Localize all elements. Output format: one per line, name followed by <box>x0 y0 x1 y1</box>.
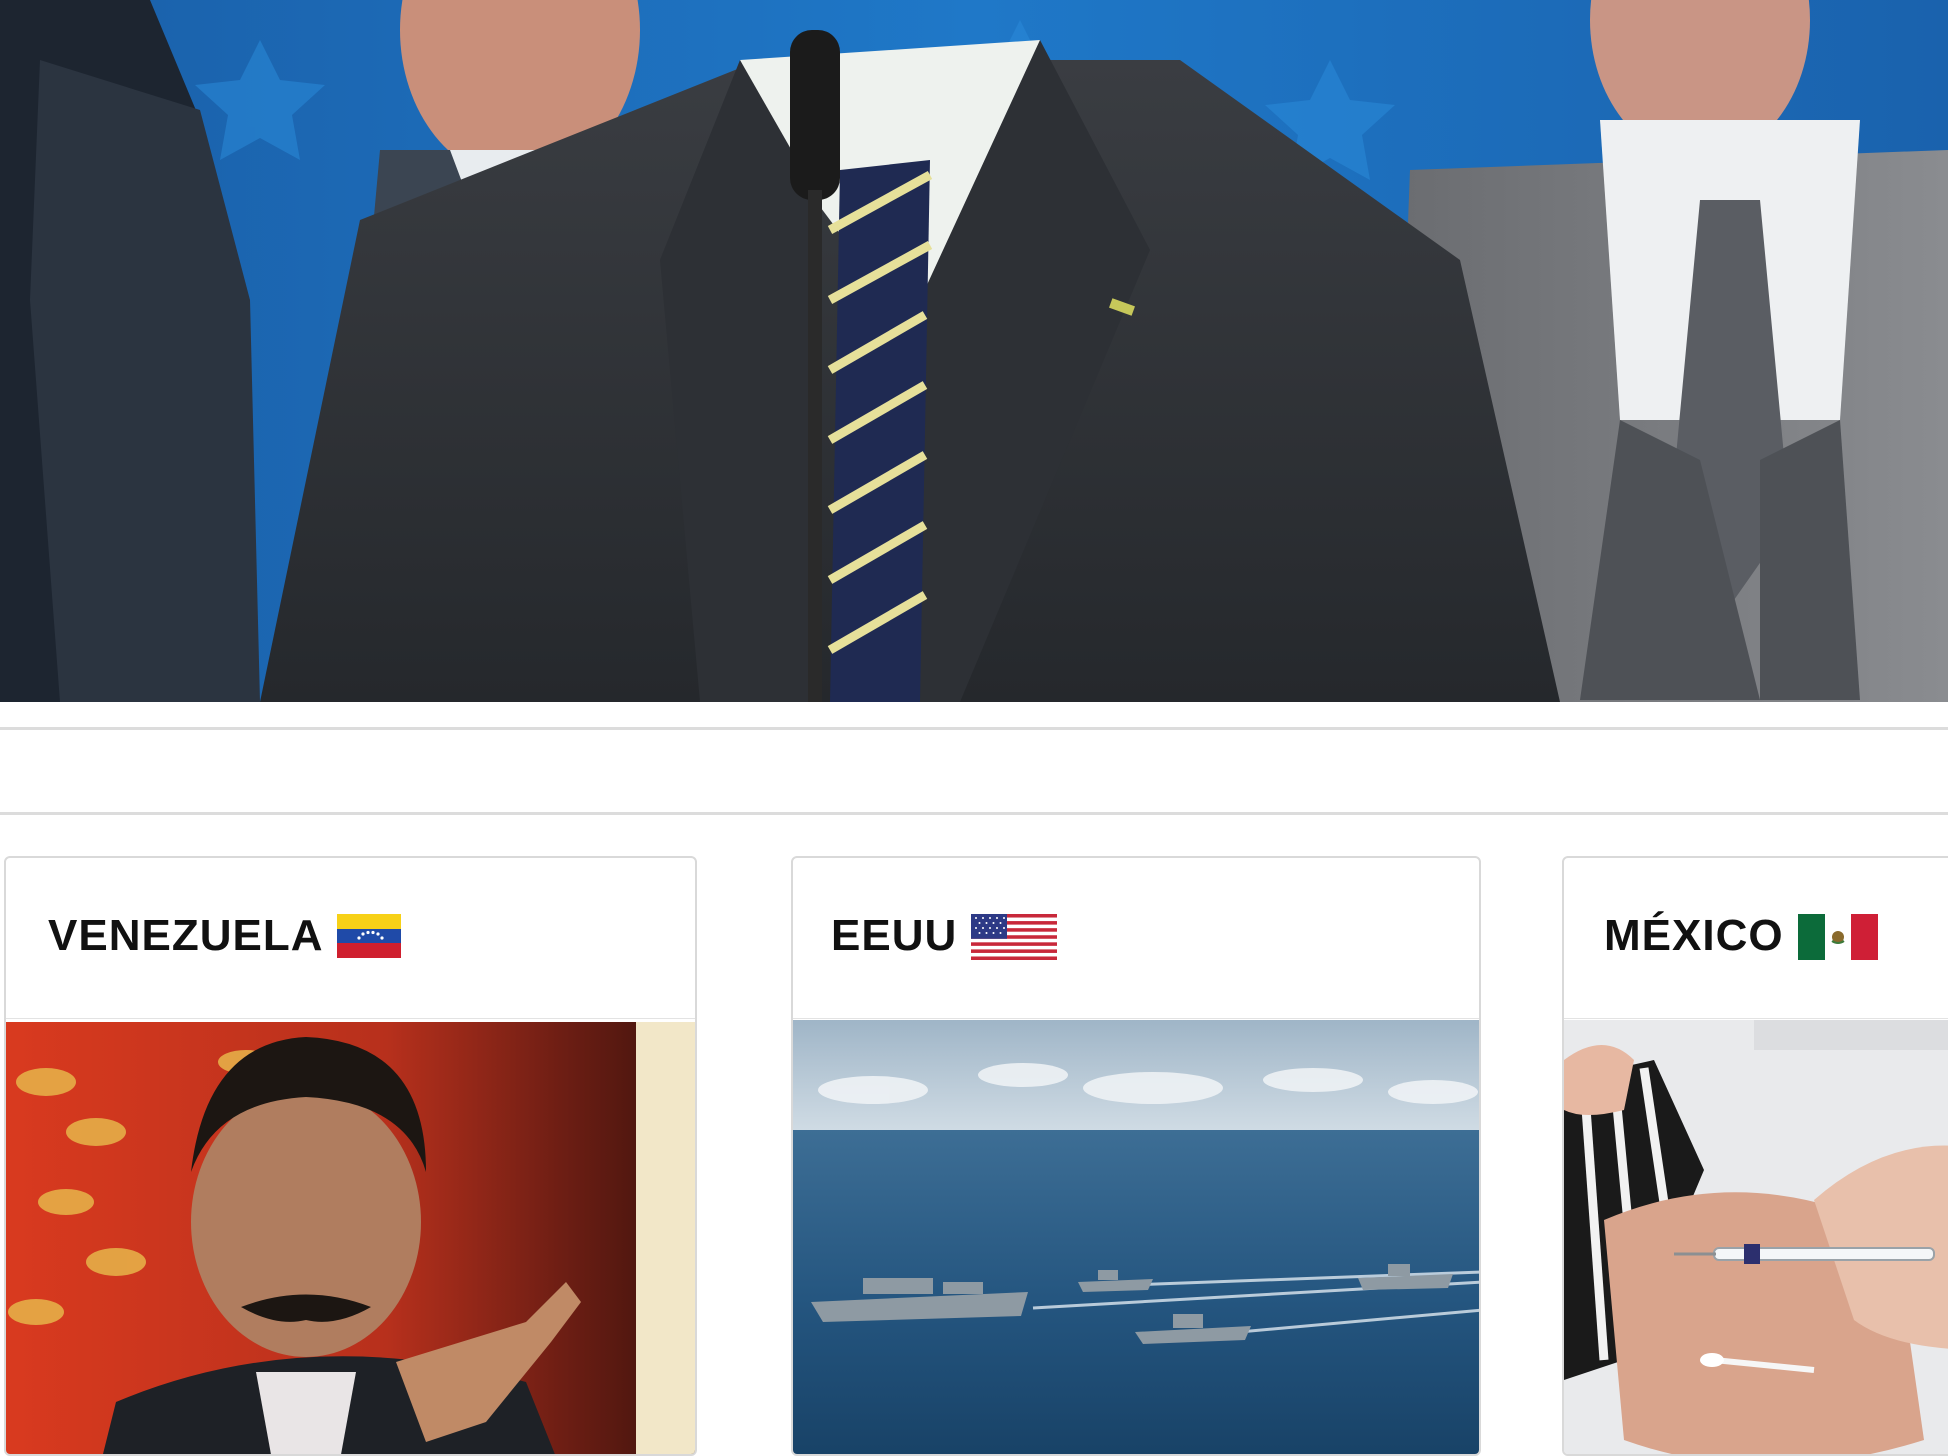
card-title[interactable]: VENEZUELA <box>48 914 402 958</box>
card-image[interactable] <box>1564 1020 1948 1454</box>
vaccination-photo <box>1564 1020 1948 1454</box>
press-conference-photo <box>0 0 1948 702</box>
country-card-venezuela[interactable]: VENEZUELA <box>4 856 697 1456</box>
mexico-flag-icon <box>1797 914 1878 960</box>
card-title[interactable]: EEUU <box>831 914 1058 960</box>
card-title-text[interactable]: EEUU <box>831 914 957 958</box>
card-image[interactable] <box>793 1020 1479 1454</box>
card-header: VENEZUELA <box>6 858 695 1019</box>
divider-top <box>0 727 1948 730</box>
card-image[interactable] <box>6 1022 695 1454</box>
leader-pointing-photo <box>6 1022 695 1454</box>
naval-fleet-photo <box>793 1020 1479 1454</box>
usa-flag-icon <box>971 914 1058 960</box>
card-title-text[interactable]: MÉXICO <box>1604 914 1784 958</box>
venezuela-flag-icon <box>337 914 402 958</box>
divider-bottom <box>0 812 1948 815</box>
hero-photo[interactable] <box>0 0 1948 702</box>
card-header: MÉXICO <box>1564 858 1948 1019</box>
card-title-text[interactable]: VENEZUELA <box>48 914 323 958</box>
country-card-eeuu[interactable]: EEUU <box>791 856 1481 1456</box>
card-title[interactable]: MÉXICO <box>1604 914 1878 960</box>
country-card-mexico[interactable]: MÉXICO <box>1562 856 1948 1456</box>
card-header: EEUU <box>793 858 1479 1019</box>
